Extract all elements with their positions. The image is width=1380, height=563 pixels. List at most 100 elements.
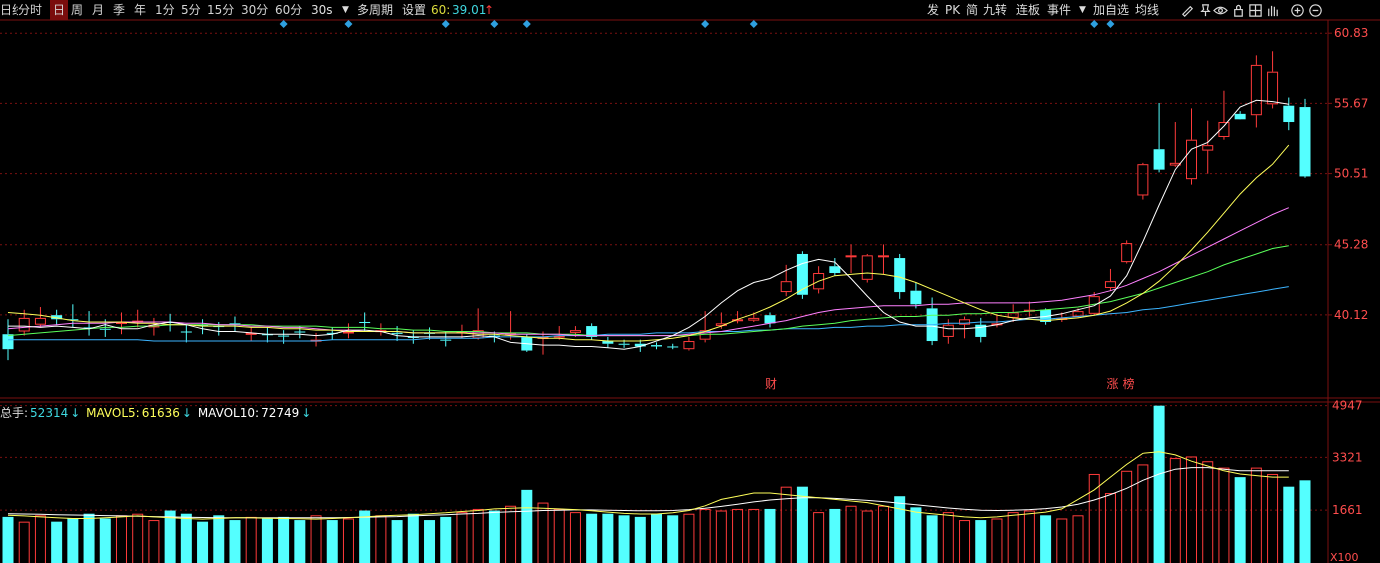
- volume-bar: [894, 496, 906, 563]
- volume-bar: [261, 518, 273, 563]
- candle-body: [1234, 113, 1246, 120]
- candle-body: [229, 323, 241, 325]
- volume-bar: [764, 508, 776, 563]
- event-marker-zhang: 涨: [1106, 376, 1118, 391]
- volume-bar: [602, 513, 614, 563]
- volume-bar: [829, 508, 841, 563]
- info-marker-icon: [749, 20, 758, 28]
- volume-legend: 总手: 52314 ↓ MAVOL5: 61636 ↓ MAVOL10: 72749 ↓: [0, 405, 313, 421]
- volume-bar: [132, 513, 144, 563]
- candle-body: [1104, 281, 1116, 288]
- mavol10-label: MAVOL10:: [197, 406, 260, 420]
- volume-bar: [975, 520, 987, 563]
- candle-body: [748, 317, 760, 321]
- mavol5-value: 61636: [141, 406, 180, 420]
- mavol5-line: [7, 451, 1289, 520]
- volume-bar: [1202, 461, 1214, 563]
- price-tick-label: 55.67: [1334, 96, 1368, 110]
- candle-body: [845, 255, 857, 258]
- volume-bar: [310, 515, 322, 563]
- info-marker-icon: [441, 20, 450, 28]
- volume-bar: [699, 508, 711, 563]
- volume-bar: [472, 508, 484, 563]
- volume-bar: [456, 512, 468, 563]
- down-arrow-icon: ↓: [70, 406, 81, 420]
- candle-body: [1202, 145, 1214, 151]
- volume-total-label: 总手:: [0, 406, 29, 420]
- candle-body: [180, 331, 192, 333]
- volume-bar: [1218, 467, 1230, 563]
- volume-bar: [229, 520, 241, 563]
- down-arrow-icon: ↓: [301, 406, 312, 420]
- volume-bar: [569, 512, 581, 563]
- candle-body: [1121, 243, 1133, 263]
- volume-bar: [1169, 458, 1181, 563]
- volume-bar: [1137, 464, 1149, 563]
- ma20-line: [7, 207, 1289, 337]
- volume-bar: [845, 505, 857, 563]
- volume-bar: [732, 508, 744, 563]
- volume-bar: [634, 516, 646, 563]
- volume-tick-label: 1661: [1332, 503, 1363, 517]
- volume-bar: [407, 513, 419, 563]
- volume-bar: [877, 505, 889, 563]
- down-arrow-icon: ↓: [181, 406, 192, 420]
- volume-bar: [1153, 405, 1165, 563]
- price-tick-label: 60.83: [1334, 26, 1368, 40]
- volume-tick-label: 4947: [1332, 399, 1363, 413]
- candle-body: [1283, 105, 1295, 123]
- candle-body: [764, 315, 776, 324]
- info-marker-icon: [1106, 20, 1115, 28]
- volume-bar: [667, 515, 679, 563]
- ma30-line: [7, 245, 1289, 337]
- info-marker-icon: [490, 20, 499, 28]
- candle-body: [910, 290, 922, 305]
- volume-bar: [67, 518, 79, 563]
- candle-body: [1153, 149, 1165, 170]
- candle-body: [1299, 107, 1311, 177]
- volume-tick-label: 3321: [1332, 450, 1363, 464]
- candlestick-chart[interactable]: 60.83 55.67 50.51 45.28 40.12 4947 3321 1661 X10…: [0, 0, 1380, 563]
- volume-bar: [991, 518, 1003, 563]
- volume-bar: [715, 510, 727, 563]
- volume-bar: [1234, 477, 1246, 563]
- candle-body: [569, 330, 581, 333]
- ma5-line: [8, 99, 1289, 350]
- info-marker-icon: [522, 20, 531, 28]
- candle-body: [796, 253, 808, 295]
- volume-bar: [586, 513, 598, 563]
- volume-bar: [294, 520, 306, 563]
- volume-bar: [359, 510, 371, 563]
- volume-bar: [537, 502, 549, 563]
- candle-body: [359, 321, 371, 323]
- volume-bar: [197, 521, 209, 563]
- candle-body: [829, 266, 841, 274]
- price-tick-label: 45.28: [1334, 238, 1368, 252]
- volume-bar: [278, 516, 290, 563]
- volume-bar: [1104, 493, 1116, 563]
- candle-body: [294, 331, 306, 333]
- volume-bar: [213, 515, 225, 563]
- volume-bar: [910, 507, 922, 563]
- candle-body: [618, 343, 630, 345]
- info-marker-icon: [1090, 20, 1099, 28]
- volume-bar: [1023, 510, 1035, 563]
- volume-bar: [115, 515, 127, 563]
- volume-bar: [34, 515, 46, 563]
- volume-bar: [1267, 473, 1279, 563]
- volume-bar: [959, 520, 971, 563]
- volume-bar: [861, 510, 873, 563]
- candle-body: [440, 339, 452, 341]
- candle-body: [342, 331, 354, 334]
- volume-bar: [1299, 480, 1311, 563]
- event-marker-bang: 榜: [1123, 376, 1135, 391]
- candle-body: [780, 281, 792, 293]
- price-tick-label: 50.51: [1334, 167, 1368, 181]
- volume-bar: [748, 508, 760, 563]
- volume-bar: [651, 513, 662, 563]
- volume-bar: [180, 513, 192, 563]
- volume-bar: [18, 521, 30, 563]
- candle-body: [2, 334, 14, 350]
- info-marker-icon: [344, 20, 353, 28]
- volume-bar: [342, 518, 354, 563]
